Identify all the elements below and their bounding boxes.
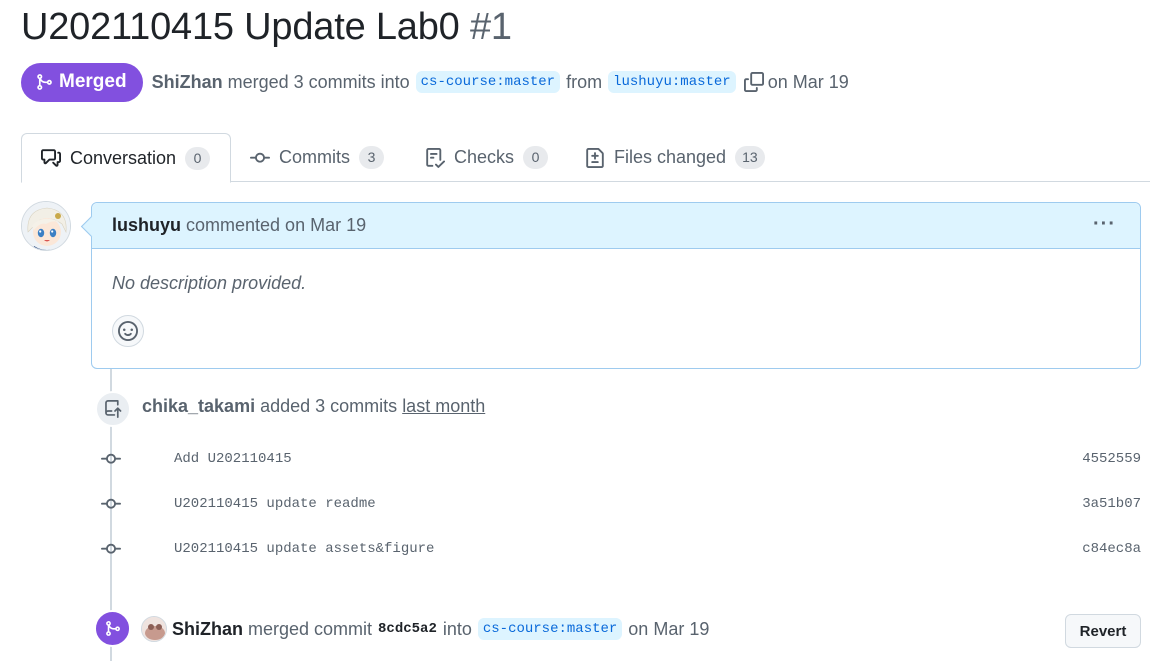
avatar[interactable] [21, 201, 71, 251]
tab-checks-label: Checks [454, 147, 515, 167]
tab-files-changed[interactable]: Files changed 13 [585, 133, 765, 182]
git-commit-icon [101, 543, 121, 554]
comment-meta[interactable]: commented on Mar 19 [186, 215, 366, 236]
tab-checks[interactable]: Checks 0 [425, 133, 549, 182]
file-diff-icon [586, 147, 604, 168]
commit-sha-link[interactable]: 4552559 [1082, 451, 1141, 467]
tab-commits-label: Commits [279, 147, 350, 167]
merge-date: on Mar 19 [767, 71, 849, 92]
merged-status-badge: Merged [21, 62, 143, 102]
git-commit-icon [250, 152, 270, 163]
tab-files-changed-count: 13 [735, 146, 765, 169]
merge-commit-sha-link[interactable]: 8cdc5a2 [378, 621, 437, 637]
pr-meta: Merged ShiZhan merged 3 commits into cs-… [21, 62, 849, 102]
merger-avatar[interactable] [141, 616, 167, 642]
event-author-link[interactable]: chika_takami [142, 396, 255, 416]
merged-status-label: Merged [59, 71, 127, 92]
tab-files-changed-label: Files changed [614, 147, 727, 167]
git-commit-icon [101, 498, 121, 509]
commit-message-link[interactable]: U202110415 update readme [174, 496, 376, 512]
from-text: from [566, 71, 603, 92]
event-text: added 3 commits [260, 396, 398, 416]
repo-push-icon [95, 391, 131, 427]
comment-box: lushuyu commented on Mar 19 ··· No descr… [91, 202, 1141, 369]
pr-title: U202110415 Update Lab0 [21, 6, 460, 48]
commit-row: U202110415 update readme 3a51b07 [100, 492, 1141, 516]
smiley-icon [118, 321, 138, 341]
merge-author-link[interactable]: ShiZhan [172, 619, 243, 640]
copy-icon[interactable] [743, 72, 764, 92]
revert-button[interactable]: Revert [1065, 614, 1141, 648]
comment-header: lushuyu commented on Mar 19 [92, 203, 1140, 249]
comment-discussion-icon [41, 149, 61, 167]
commit-row: Add U202110415 4552559 [100, 447, 1141, 471]
merger-link[interactable]: ShiZhan [152, 72, 223, 93]
merge-branch-link[interactable]: cs-course:master [477, 618, 623, 640]
checklist-icon [426, 147, 445, 168]
git-merge-icon [94, 610, 131, 647]
anime-avatar-image [22, 202, 70, 250]
merge-event: ShiZhan merged commit 8cdc5a2 into cs-co… [141, 614, 709, 644]
comment-body: No description provided. [112, 273, 307, 293]
commit-message-link[interactable]: Add U202110415 [174, 451, 292, 467]
more-options-icon[interactable]: ··· [1093, 213, 1116, 236]
merge-event-text: merged commit [248, 618, 373, 639]
commit-sha-link[interactable]: c84ec8a [1082, 541, 1141, 557]
base-branch-link[interactable]: cs-course:master [415, 71, 561, 93]
pr-number: #1 [469, 6, 512, 48]
merge-into-text: into [442, 618, 472, 639]
git-merge-icon [37, 74, 52, 90]
tab-conversation-count: 0 [185, 146, 211, 170]
tab-checks-count: 0 [523, 146, 549, 169]
merge-text: merged 3 commits into [227, 71, 410, 92]
tab-commits-count: 3 [359, 146, 384, 169]
commit-message-link[interactable]: U202110415 update assets&figure [174, 541, 434, 557]
add-reaction-button[interactable] [112, 315, 144, 347]
commit-sha-link[interactable]: 3a51b07 [1082, 496, 1141, 512]
event-time-link[interactable]: last month [402, 396, 485, 416]
git-commit-icon [101, 453, 121, 464]
page-title: U202110415 Update Lab0 #1 [21, 6, 512, 49]
tab-conversation-label: Conversation [70, 147, 177, 168]
tab-conversation[interactable]: Conversation 0 [21, 133, 232, 183]
tab-commits[interactable]: Commits 3 [250, 133, 384, 182]
comment-author-link[interactable]: lushuyu [112, 215, 181, 236]
head-branch-link[interactable]: lushuyu:master [608, 71, 736, 93]
commit-row: U202110415 update assets&figure c84ec8a [100, 537, 1141, 561]
commits-added-event: chika_takami added 3 commits last month [142, 396, 485, 417]
merge-event-date[interactable]: on Mar 19 [628, 619, 709, 640]
pr-tabs: Conversation 0 Commits 3 Checks 0 Files … [21, 133, 1150, 183]
